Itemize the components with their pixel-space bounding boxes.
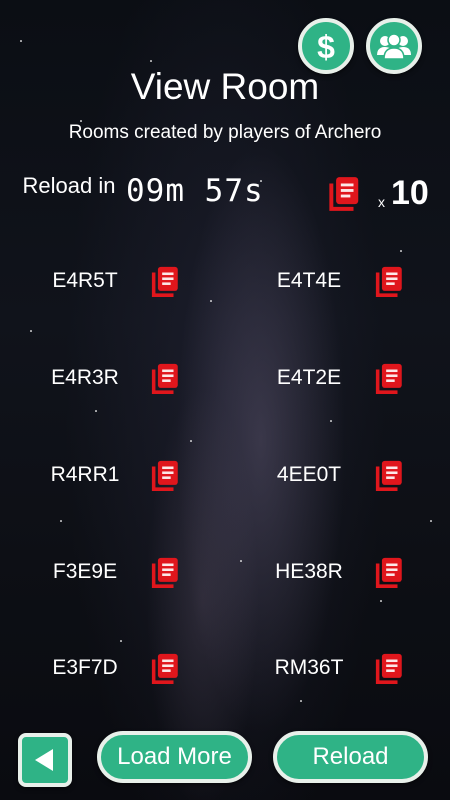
room-code: E3F7D <box>52 656 118 679</box>
copy-icon[interactable] <box>148 361 182 395</box>
page-subtitle: Rooms created by players of Archero <box>68 122 382 143</box>
reload-button[interactable]: Reload <box>273 731 428 783</box>
copy-icon[interactable] <box>372 458 406 492</box>
room-item[interactable]: E4T4E <box>254 264 406 298</box>
copy-icon[interactable] <box>148 264 182 298</box>
room-code: R4RR1 <box>50 463 120 486</box>
room-item[interactable]: E4T2E <box>254 361 406 395</box>
room-code: E4T2E <box>276 366 342 389</box>
room-item[interactable]: E4R3R <box>30 361 182 395</box>
room-item[interactable]: E3F7D <box>30 651 182 685</box>
room-code: E4T4E <box>276 269 342 292</box>
reload-timer: 09m 57s <box>126 173 264 209</box>
copy-icon[interactable] <box>372 361 406 395</box>
room-code: HE38R <box>275 560 343 583</box>
copy-icon[interactable] <box>148 651 182 685</box>
room-code: F3E9E <box>52 560 118 583</box>
room-code: RM36T <box>274 656 344 679</box>
back-arrow-icon <box>35 749 53 771</box>
count-multiplier: x <box>378 194 385 210</box>
room-item[interactable]: F3E9E <box>30 555 182 589</box>
room-code: E4R3R <box>51 366 119 389</box>
room-item[interactable]: 4EE0T <box>254 458 406 492</box>
copy-count: 10 <box>391 174 429 212</box>
page-title: View Room <box>130 66 320 107</box>
copy-count-icon <box>329 177 359 211</box>
room-item[interactable]: R4RR1 <box>30 458 182 492</box>
room-item[interactable]: E4R5T <box>30 264 182 298</box>
room-item[interactable]: HE38R <box>254 555 406 589</box>
reload-countdown-label: Reload in <box>22 173 116 198</box>
copy-icon[interactable] <box>372 264 406 298</box>
copy-icon[interactable] <box>148 458 182 492</box>
svg-text:$: $ <box>317 29 335 63</box>
copy-icon[interactable] <box>372 555 406 589</box>
room-code: E4R5T <box>52 269 118 292</box>
dollar-icon: $ <box>317 29 335 63</box>
group-icon <box>377 33 411 60</box>
copy-icon[interactable] <box>148 555 182 589</box>
back-button[interactable] <box>18 733 72 787</box>
load-more-button[interactable]: Load More <box>97 731 252 783</box>
room-code: 4EE0T <box>276 463 342 486</box>
room-item[interactable]: RM36T <box>254 651 406 685</box>
copy-icon[interactable] <box>372 651 406 685</box>
